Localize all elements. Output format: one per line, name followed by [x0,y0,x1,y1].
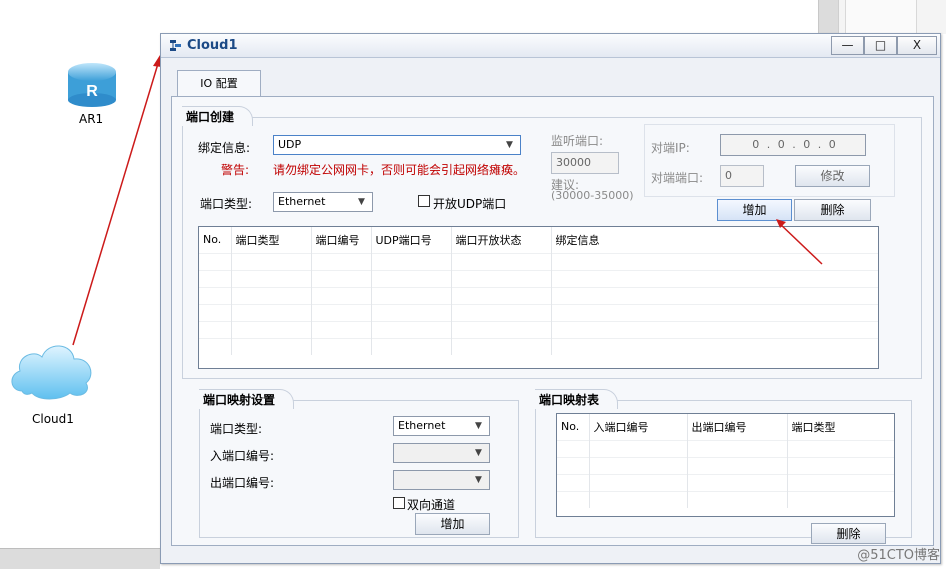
watermark: @51CTO博客 [857,548,940,563]
annotation-arrow [776,219,823,265]
